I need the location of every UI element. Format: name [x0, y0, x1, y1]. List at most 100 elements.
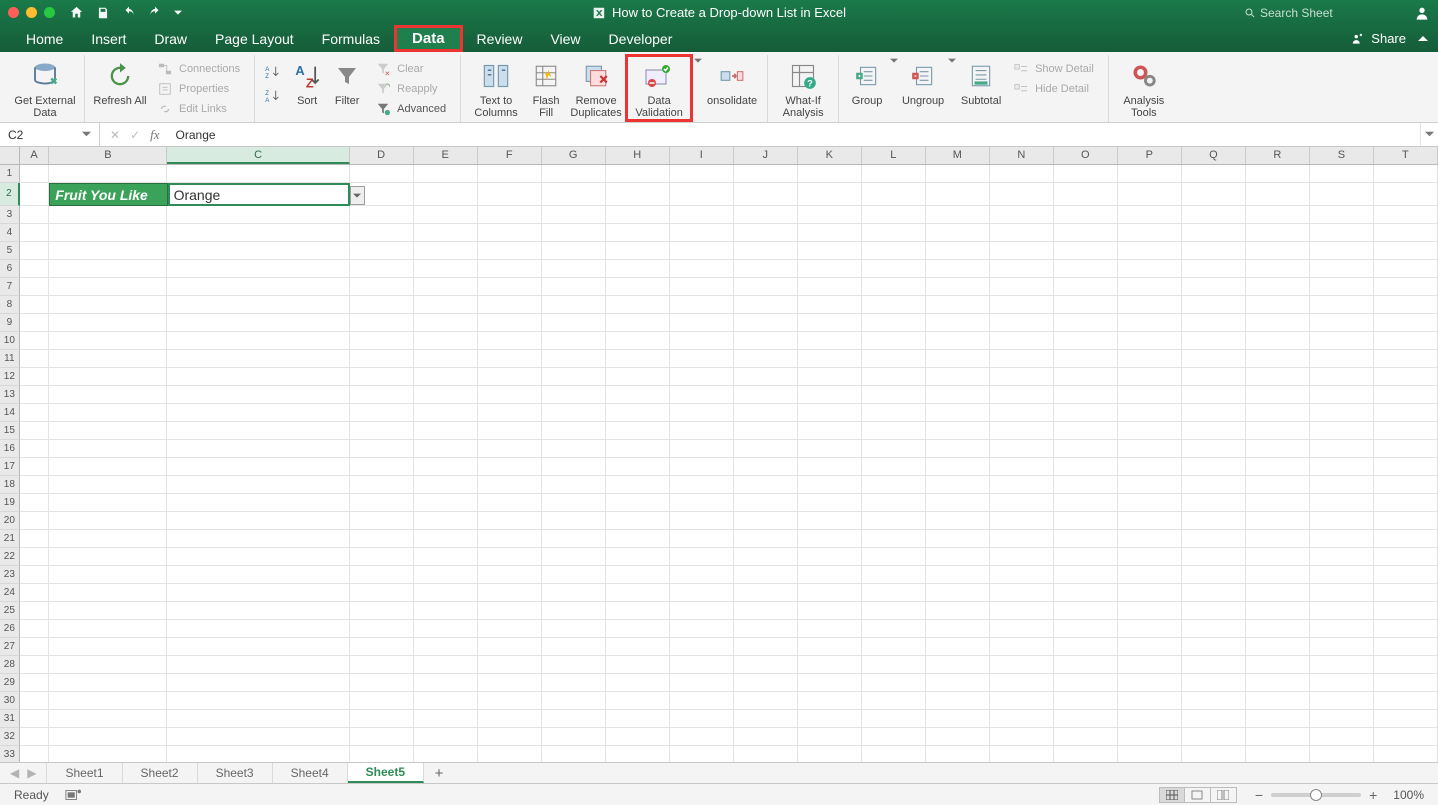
cell[interactable]	[1182, 314, 1246, 332]
cell[interactable]	[1246, 165, 1310, 183]
cell[interactable]	[350, 422, 414, 440]
cell[interactable]	[734, 512, 798, 530]
cell[interactable]	[862, 746, 926, 762]
cell[interactable]	[1246, 206, 1310, 224]
cell[interactable]	[670, 183, 734, 206]
cell[interactable]	[1054, 278, 1118, 296]
cancel-edit-icon[interactable]: ✕	[110, 128, 120, 142]
cell[interactable]	[1182, 494, 1246, 512]
cell[interactable]	[20, 165, 50, 183]
cell[interactable]	[478, 512, 542, 530]
cell[interactable]	[734, 350, 798, 368]
cell[interactable]	[49, 746, 167, 762]
cell[interactable]	[1310, 494, 1374, 512]
cell[interactable]	[990, 440, 1054, 458]
row-header[interactable]: 4	[0, 224, 20, 242]
cell[interactable]	[414, 386, 478, 404]
cell[interactable]	[414, 602, 478, 620]
row-header[interactable]: 5	[0, 242, 20, 260]
cell[interactable]	[49, 548, 167, 566]
cell[interactable]	[350, 566, 414, 584]
show-detail-button[interactable]: Show Detail	[1009, 59, 1098, 79]
cell[interactable]	[20, 692, 50, 710]
cell[interactable]	[167, 440, 349, 458]
cell[interactable]	[926, 674, 990, 692]
cell[interactable]	[670, 350, 734, 368]
cell[interactable]	[1118, 458, 1182, 476]
cell[interactable]	[1118, 440, 1182, 458]
cell[interactable]	[478, 638, 542, 656]
row-header[interactable]: 8	[0, 296, 20, 314]
cell[interactable]	[926, 638, 990, 656]
cell[interactable]	[1310, 404, 1374, 422]
cell[interactable]	[862, 386, 926, 404]
tab-page-layout[interactable]: Page Layout	[201, 25, 308, 52]
cell[interactable]	[734, 296, 798, 314]
cell[interactable]	[990, 314, 1054, 332]
cell[interactable]	[1118, 584, 1182, 602]
text-to-columns-button[interactable]: Text to Columns	[467, 57, 525, 119]
cell[interactable]	[926, 350, 990, 368]
tab-view[interactable]: View	[536, 25, 594, 52]
column-header[interactable]: F	[478, 147, 542, 164]
cell[interactable]	[1246, 404, 1310, 422]
cell[interactable]	[1182, 440, 1246, 458]
cell[interactable]	[1182, 386, 1246, 404]
row-header[interactable]: 10	[0, 332, 20, 350]
cell[interactable]	[606, 602, 670, 620]
clear-filter-button[interactable]: Clear	[371, 59, 450, 79]
cell[interactable]	[1310, 242, 1374, 260]
cell[interactable]	[49, 386, 167, 404]
cell[interactable]	[414, 728, 478, 746]
cell[interactable]	[167, 314, 349, 332]
cell[interactable]	[670, 548, 734, 566]
close-window-button[interactable]	[8, 7, 19, 18]
cell[interactable]	[1246, 314, 1310, 332]
cell[interactable]	[167, 296, 349, 314]
cell[interactable]	[1310, 278, 1374, 296]
cell[interactable]	[734, 476, 798, 494]
cell[interactable]	[862, 548, 926, 566]
cell[interactable]	[798, 512, 862, 530]
cell[interactable]	[862, 278, 926, 296]
cell[interactable]	[1374, 656, 1438, 674]
data-validation-button[interactable]: Data Validation	[630, 57, 688, 119]
sheet-tab[interactable]: Sheet4	[273, 763, 348, 783]
cell[interactable]	[798, 674, 862, 692]
cell[interactable]	[1182, 584, 1246, 602]
cell[interactable]	[1054, 206, 1118, 224]
cell[interactable]	[414, 566, 478, 584]
cell[interactable]	[670, 242, 734, 260]
advanced-filter-button[interactable]: Advanced	[371, 99, 450, 119]
cell[interactable]	[1374, 674, 1438, 692]
row-header[interactable]: 12	[0, 368, 20, 386]
cell[interactable]	[20, 386, 50, 404]
cell[interactable]	[734, 242, 798, 260]
cell[interactable]	[1054, 260, 1118, 278]
cell[interactable]	[734, 165, 798, 183]
cell[interactable]	[990, 494, 1054, 512]
cell[interactable]	[990, 165, 1054, 183]
cell[interactable]	[414, 710, 478, 728]
cell[interactable]	[1054, 386, 1118, 404]
cell[interactable]	[1374, 458, 1438, 476]
cell[interactable]	[1182, 458, 1246, 476]
cell[interactable]	[862, 728, 926, 746]
cell[interactable]	[414, 242, 478, 260]
cell[interactable]	[1118, 296, 1182, 314]
cell[interactable]	[990, 458, 1054, 476]
cell[interactable]	[1054, 350, 1118, 368]
cell[interactable]	[734, 332, 798, 350]
cell[interactable]	[1118, 260, 1182, 278]
cell[interactable]	[542, 476, 606, 494]
row-header[interactable]: 21	[0, 530, 20, 548]
cell[interactable]	[49, 368, 167, 386]
cell[interactable]	[350, 602, 414, 620]
cell[interactable]	[478, 476, 542, 494]
cell[interactable]	[20, 620, 50, 638]
cell[interactable]	[1182, 224, 1246, 242]
cell[interactable]	[49, 350, 167, 368]
cell[interactable]	[1374, 278, 1438, 296]
sort-button[interactable]: AZ Sort	[287, 57, 327, 107]
cell[interactable]	[1182, 656, 1246, 674]
